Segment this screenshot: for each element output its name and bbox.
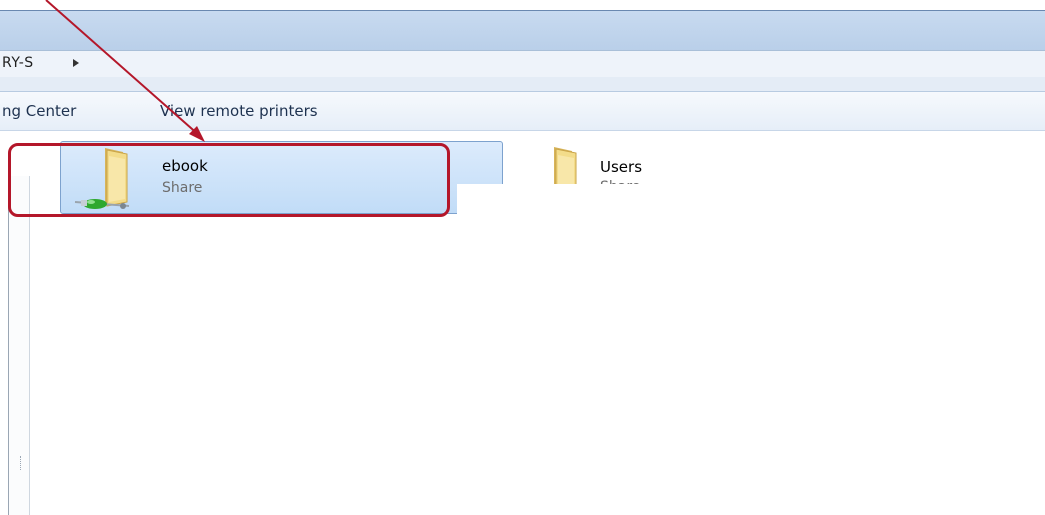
redaction-box [457, 184, 655, 273]
address-separator [0, 77, 1045, 92]
breadcrumb-arrow-icon[interactable] [73, 59, 79, 67]
navigation-pane-splitter[interactable] [8, 176, 30, 515]
item-name: ebook [162, 157, 208, 175]
address-bar[interactable]: RY-S [0, 50, 1045, 78]
navigation-pane [0, 131, 31, 515]
item-name: Users [600, 158, 643, 176]
item-type: Share [162, 180, 203, 196]
share-item-ebook[interactable]: ebook Share [60, 141, 503, 214]
command-bar: ng Center View remote printers [0, 92, 1045, 131]
window-title-bar [0, 10, 1045, 51]
splitter-grip[interactable] [20, 456, 25, 470]
breadcrumb-computer[interactable]: RY-S [2, 55, 34, 71]
view-remote-printers-button[interactable]: View remote printers [160, 102, 318, 120]
shared-folder-icon [74, 148, 130, 209]
network-and-sharing-center-button[interactable]: ng Center [2, 102, 76, 120]
